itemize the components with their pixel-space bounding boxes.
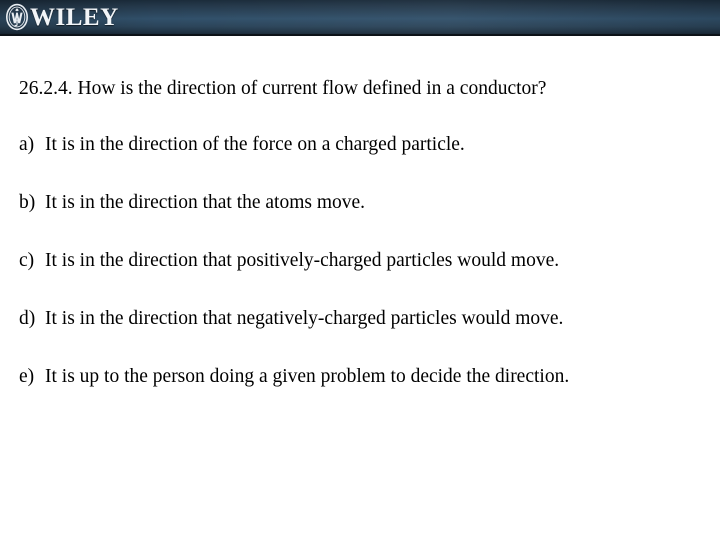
wiley-brand-text: WILEY	[30, 3, 119, 31]
question-text: 26.2.4. How is the direction of current …	[19, 78, 547, 99]
choice-label-c: c)	[19, 250, 35, 271]
choice-text-b: It is in the direction that the atoms mo…	[45, 192, 366, 213]
slide-content: 26.2.4. How is the direction of current …	[0, 36, 720, 540]
wiley-logo: WILEY	[4, 1, 119, 33]
choice-text-c: It is in the direction that positively-c…	[45, 250, 560, 271]
answer-choice-e[interactable]: e) It is up to the person doing a given …	[19, 366, 713, 424]
choice-text-a: It is in the direction of the force on a…	[45, 134, 465, 155]
choice-label-b: b)	[19, 192, 36, 213]
choice-label-a: a)	[19, 134, 35, 155]
choice-text-e: It is up to the person doing a given pro…	[45, 366, 570, 387]
wiley-circular-monogram-icon	[6, 3, 28, 31]
choice-label-d: d)	[19, 308, 36, 329]
choice-text-d: It is in the direction that negatively-c…	[45, 308, 564, 329]
answer-choice-d[interactable]: d) It is in the direction that negativel…	[19, 308, 713, 366]
answer-choice-b[interactable]: b) It is in the direction that the atoms…	[19, 192, 713, 250]
slide: WILEY 26.2.4. How is the direction of cu…	[0, 0, 720, 540]
answer-choice-c[interactable]: c) It is in the direction that positivel…	[19, 250, 713, 308]
answer-choices-list: a) It is in the direction of the force o…	[19, 134, 713, 424]
wiley-banner: WILEY	[0, 0, 720, 36]
choice-label-e: e)	[19, 366, 35, 387]
answer-choice-a[interactable]: a) It is in the direction of the force o…	[19, 134, 713, 192]
